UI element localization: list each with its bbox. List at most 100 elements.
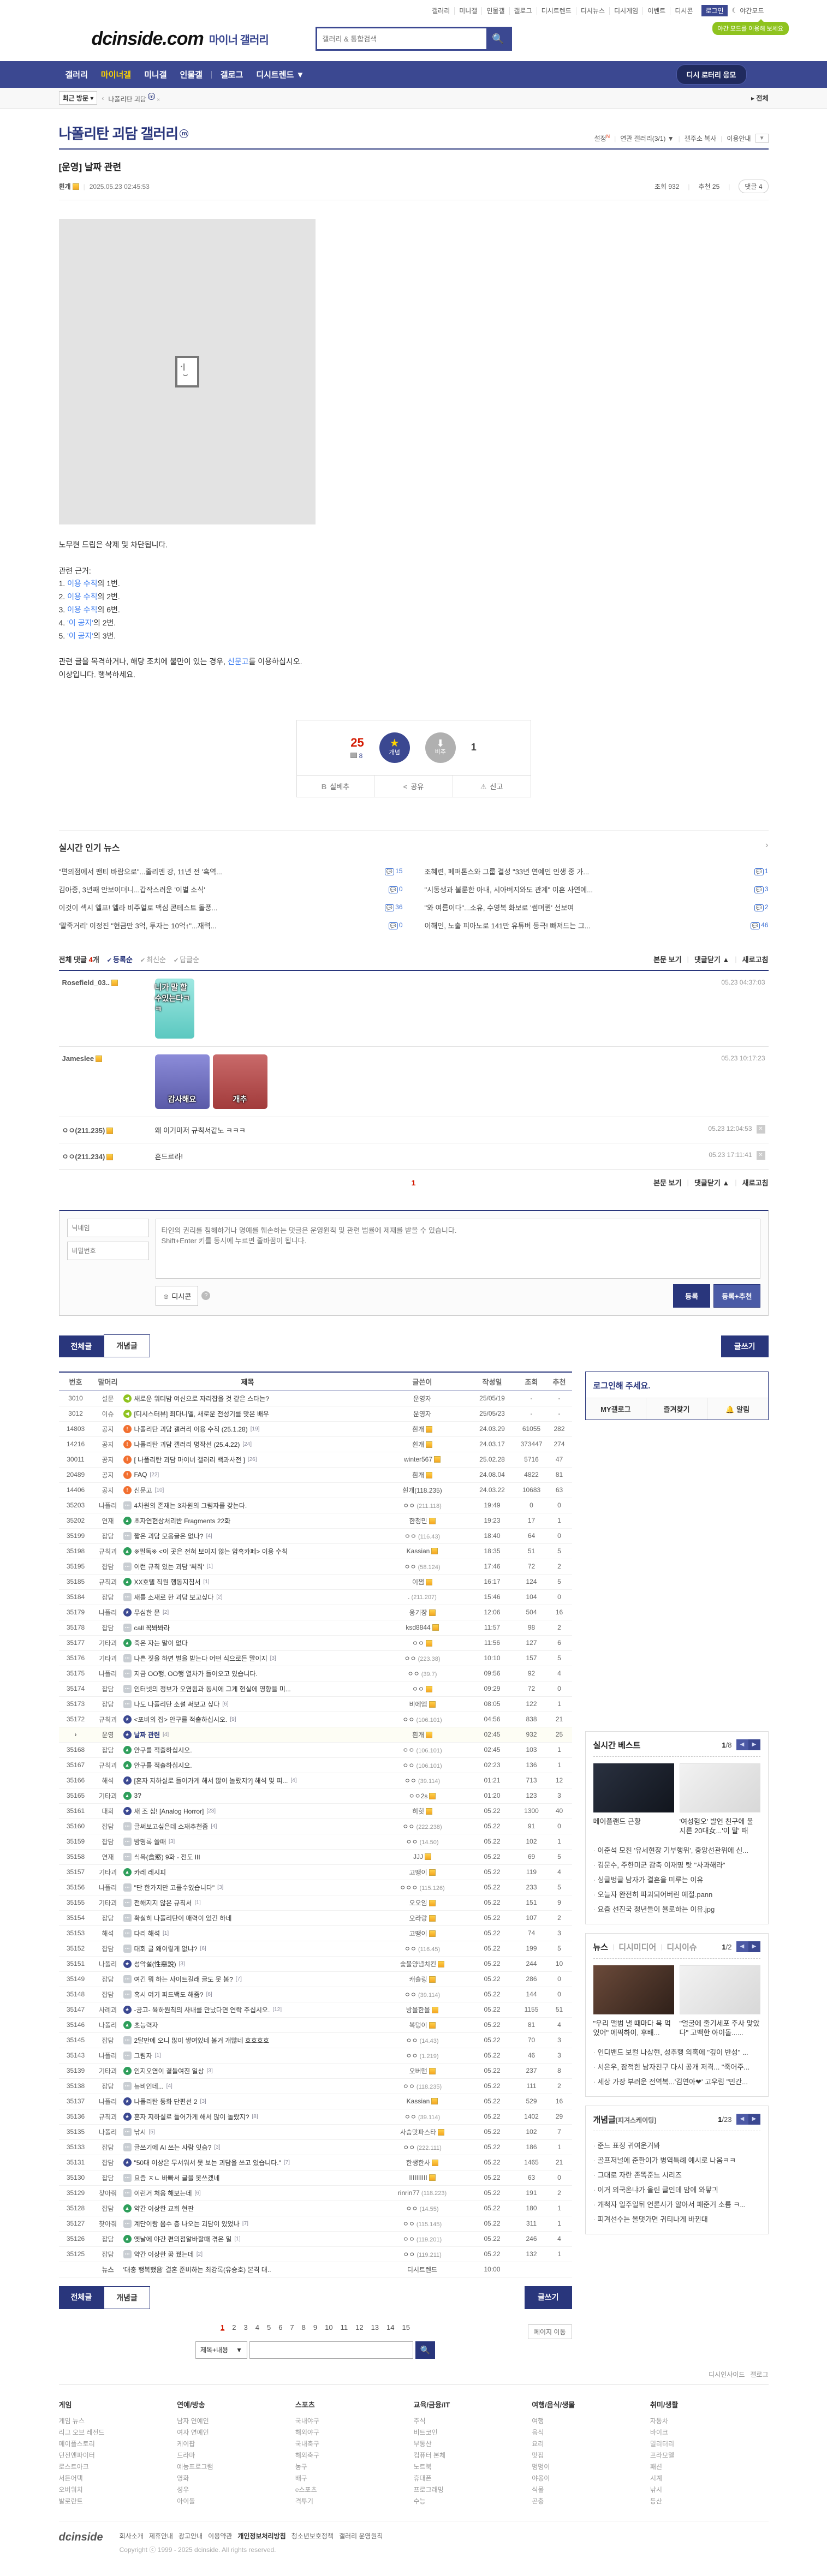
news-item[interactable]: "편의점에서 팬티 바람으로"...줄리엔 강, 11년 전 '흑역... 💬 15 [59, 862, 403, 880]
search-input[interactable] [317, 34, 486, 43]
news-item[interactable]: 조혜련, 페퍼톤스와 그룹 결성 "33년 연예인 인생 중 가... 💬 1 [425, 862, 769, 880]
post-author[interactable]: ㅇㅇ (14.55) [377, 2204, 468, 2213]
post-link[interactable]: 확실히 나폴리탄이 매력이 있긴 하네 [134, 1913, 232, 1923]
table-row[interactable]: 35185 규칙괴 ▲ XX호텔 직원 행동지침서 [1] 이쩜 16:17 124 5 [58, 1575, 572, 1590]
post-link[interactable]: "50대 이상은 무서워서 못 보는 괴담을 쓰고 있습니다." [134, 2158, 281, 2167]
post-author[interactable]: rinrin77 (118.223) [377, 2189, 468, 2197]
table-row[interactable]: 3010 설문 ◀ 새로운 워터밤 여신으로 자리잡을 것 같은 스타는? 운영자 25/… [58, 1391, 572, 1406]
table-row[interactable]: 35174 잡담 ⋯ 인터넷의 정보가 오염됨과 동시에 그게 현실에 영향을 미..… [58, 1681, 572, 1697]
table-row[interactable]: 35131 잡담 ★ "50대 이상은 무서워서 못 보는 괴담을 쓰고 있습니다."… [58, 2155, 572, 2170]
table-row[interactable]: 35125 잡담 ⋯ 약간 이상한 꿈 꿨는데 [2] ㅇㅇ (119.211) 05.22… [58, 2247, 572, 2262]
write-post-button[interactable]: 글쓰기 [721, 1335, 769, 1357]
post-author[interactable]: ㅇㅇ2s [377, 1791, 468, 1800]
prev-arrow-icon[interactable]: ◀ [736, 1941, 748, 1953]
footer-link[interactable]: 아이돌 [177, 2495, 295, 2507]
footer-link[interactable]: 던전앤파이터 [59, 2449, 177, 2461]
footer-link[interactable]: 드라마 [177, 2449, 295, 2461]
table-row[interactable]: 35143 나폴리 ⋯ 그림자 [1] ㅇㅇ (1.219) 05.22 46 3 [58, 2048, 572, 2064]
post-link[interactable]: 약간 이상한 교회 현판 [134, 2204, 194, 2213]
table-row[interactable]: 35199 잡담 ⋯ 짧은 괴담 모음글은 없나? [4] ㅇㅇ (116.43) 18:4… [58, 1529, 572, 1544]
widget-list-item[interactable]: 그대로 자란 존똑준느 시리즈 [593, 2167, 760, 2182]
post-author[interactable]: ㅇㅇ (106.101) [377, 1745, 468, 1755]
footer-link[interactable]: 프로그래밍 [414, 2484, 532, 2495]
post-body-link[interactable]: '이 공지' [67, 631, 93, 640]
table-row[interactable]: 30011 공지![ 나폴리탄 괴담 마이너 갤러리 백과사전 ] [26] wint… [58, 1452, 572, 1468]
widget-list-item[interactable]: 인디밴드 보컬 나상현, 성추행 의혹에 "깊이 반성" ... [593, 2044, 760, 2059]
post-link[interactable]: call 꼭봐봐라 [134, 1623, 170, 1632]
table-row[interactable]: 35156 나폴리 ⋯ "단 한가지만 고를수있습니다" [3] ㅇㅇㅇ (115.126… [58, 1880, 572, 1895]
footer-link[interactable]: 곤충 [532, 2495, 650, 2507]
page-14[interactable]: 14 [383, 2321, 398, 2334]
post-link[interactable]: 죽은 자는 말이 없다 [134, 1638, 188, 1648]
table-row[interactable]: 35151 나폴리 ★ 성악설(性惡說) [3] 숯불양념치킨 05.22 244 10 [58, 1957, 572, 1972]
post-body-link[interactable]: 이용 수칙 [67, 579, 97, 588]
post-link[interactable]: 짧은 괴담 모음글은 없나? [134, 1531, 204, 1541]
post-author[interactable]: 고땡이 [377, 1929, 468, 1938]
table-row[interactable]: 3012 이슈 ◀ [디시스터뷰] 최다니엘, 새로운 전성기를 맞은 배우 운영자 25… [58, 1406, 572, 1422]
fold-comments-link[interactable]: 댓글닫기 ▲ [694, 1177, 729, 1188]
related-gallery-dropdown[interactable]: 연관 갤러리(3/1) ▼ [620, 134, 674, 143]
post-link[interactable]: 요즘 ㅈㄴ 바빠서 글을 못쓰겠네 [134, 2173, 220, 2183]
table-row[interactable]: 35148 잡담 ⋯ 혹시 여기 피드백도 해줌? [6] ㅇㅇ (39.114) 05.2… [58, 1987, 572, 2002]
topbar-link-디시트렌드[interactable]: 디시트렌드 [537, 7, 576, 15]
post-author[interactable]: ㅇㅇ (14.43) [377, 2036, 468, 2045]
post-author[interactable]: ㅇㅇ (119.211) [377, 2250, 468, 2259]
footer-policy-link[interactable]: 광고안내 [179, 2532, 203, 2540]
footer-link[interactable]: 영화 [177, 2472, 295, 2484]
post-link[interactable]: <포비의 집> 안구를 적출하십시오. [134, 1715, 228, 1724]
post-body-link[interactable]: 신문고 [228, 657, 249, 666]
news-item[interactable]: "와 여름이다"...소유, 수영복 화보로 '썸머퀸' 선보여 💬 2 [425, 898, 769, 916]
post-link[interactable]: ※필독※ <이 곳은 전혀 보이지 않는 암흑카페> 이용 수칙 [134, 1547, 288, 1556]
widget-list-item[interactable]: 김문수, 주한미군 감축 이재명 탓 "사과해라" [593, 1857, 760, 1872]
table-row[interactable]: › 운영 ★ 날짜 관련 [4] 흰개 02:45 932 25 [58, 1727, 572, 1743]
page-15[interactable]: 15 [398, 2321, 414, 2334]
gnb-item-마이너갤[interactable]: 마이너갤 [94, 69, 138, 80]
page-5[interactable]: 5 [263, 2321, 275, 2334]
table-row[interactable]: 35137 나폴리 ★ 나폴리탄 동화 단편선 2 [3] Kassian 05.22 529… [58, 2094, 572, 2109]
footer-link[interactable]: 멍멍이 [532, 2461, 650, 2472]
post-author[interactable]: ㅇㅇ (222.238) [377, 1822, 468, 1831]
post-author[interactable]: 방울한올 [377, 2005, 468, 2014]
post-author[interactable]: ㅇㅇ [377, 1684, 468, 1694]
table-row[interactable]: 35167 규칙괴 ▲ 안구를 적출하십시오. ㅇㅇ (106.101) 02:23 136… [58, 1758, 572, 1773]
footer-policy-link[interactable]: 개인정보처리방침 [237, 2532, 285, 2540]
post-author[interactable]: 흰개(118.235) [377, 1486, 468, 1495]
night-mode-toggle[interactable]: ☾ 야간모드 [728, 6, 769, 15]
gnb-item-디시트렌드[interactable]: 디시트렌드 ▼ [249, 69, 311, 80]
table-row[interactable]: 35146 나폴리 ▲ 초능력자 복덩이 05.22 81 4 [58, 2018, 572, 2033]
table-row[interactable]: 35195 잡담 ⋯ 이런 규칙 있는 괴담 '써줘' [1] ㅇㅇ (58.124) 17… [58, 1559, 572, 1575]
table-row[interactable]: 20489 공지! FAQ [22] 흰개 24.08.04 4822 81 [58, 1468, 572, 1483]
topbar-link-디시콘[interactable]: 디시콘 [670, 7, 697, 15]
topbar-link-디시게임[interactable]: 디시게임 [610, 7, 644, 15]
page-6[interactable]: 6 [275, 2321, 286, 2334]
post-link[interactable]: 신문고 [134, 1486, 152, 1495]
widget-list-item[interactable]: 준느 표정 귀여운거봐 [593, 2138, 760, 2152]
fold-comments-link[interactable]: 댓글닫기 ▲ [694, 954, 729, 964]
footer-link[interactable]: 부동산 [414, 2438, 532, 2449]
post-link[interactable]: 나폴리탄 동화 단편선 2 [134, 2097, 198, 2106]
post-author[interactable]: 운영자 [377, 1409, 468, 1418]
login-menu-0[interactable]: MY갤로그 [586, 1398, 646, 1420]
table-row[interactable]: 35154 잡담 ⋯ 확실히 나폴리탄이 매력이 있긴 하네 오라랑 05.22 107 2 [58, 1911, 572, 1926]
tab-all-posts[interactable]: 전체글 [58, 1335, 104, 1357]
page-8[interactable]: 8 [298, 2321, 310, 2334]
post-link[interactable]: 전해지지 않은 규칙서 [134, 1898, 192, 1907]
post-link[interactable]: 무심한 문 [134, 1608, 160, 1617]
post-author[interactable]: ㅇㅇ (14.50) [377, 1837, 468, 1846]
post-link[interactable]: 글써보고싶은데 소재추천좀 [134, 1822, 209, 1831]
next-arrow-icon[interactable]: ▶ [748, 2114, 760, 2125]
post-link[interactable]: 지금 OO행, OO행 열차가 들어오고 있습니다. [134, 1669, 258, 1678]
post-author[interactable]: 디시트렌드 [377, 2265, 468, 2274]
table-row[interactable]: 35127 찾아줘 ⋯ 계단이랑 음수 층 나오는 괴담이 있었나 [7] ㅇㅇ (115… [58, 2216, 572, 2232]
table-row[interactable]: 35178 잡담 ⋯ call 꼭봐봐라 ksd8844 11:57 98 2 [58, 1620, 572, 1636]
close-icon[interactable]: × [157, 97, 160, 103]
comment-page-1[interactable]: 1 [412, 1178, 416, 1187]
widget-list-item[interactable]: 이거 외국온냐가 올린 글인데 맘에 와닿긔 [593, 2182, 760, 2197]
footer-link[interactable]: 시계 [650, 2472, 769, 2484]
post-link[interactable]: 4차원의 존재는 3차원의 그림자를 갖는다. [134, 1501, 247, 1510]
login-menu-1[interactable]: 즐겨찾기 [646, 1398, 707, 1420]
table-row[interactable]: 35155 기타괴 ⋯ 전해지지 않은 규칙서 [1] 오오임 05.22 151 9 [58, 1895, 572, 1911]
widget-list-item[interactable]: 개척자 일주일뒤 언론사가 알아서 패준거 소름 ㅋ... [593, 2197, 760, 2211]
tab-all-posts[interactable]: 전체글 [58, 2286, 104, 2309]
dccon-image[interactable]: 개추 [212, 1054, 267, 1109]
